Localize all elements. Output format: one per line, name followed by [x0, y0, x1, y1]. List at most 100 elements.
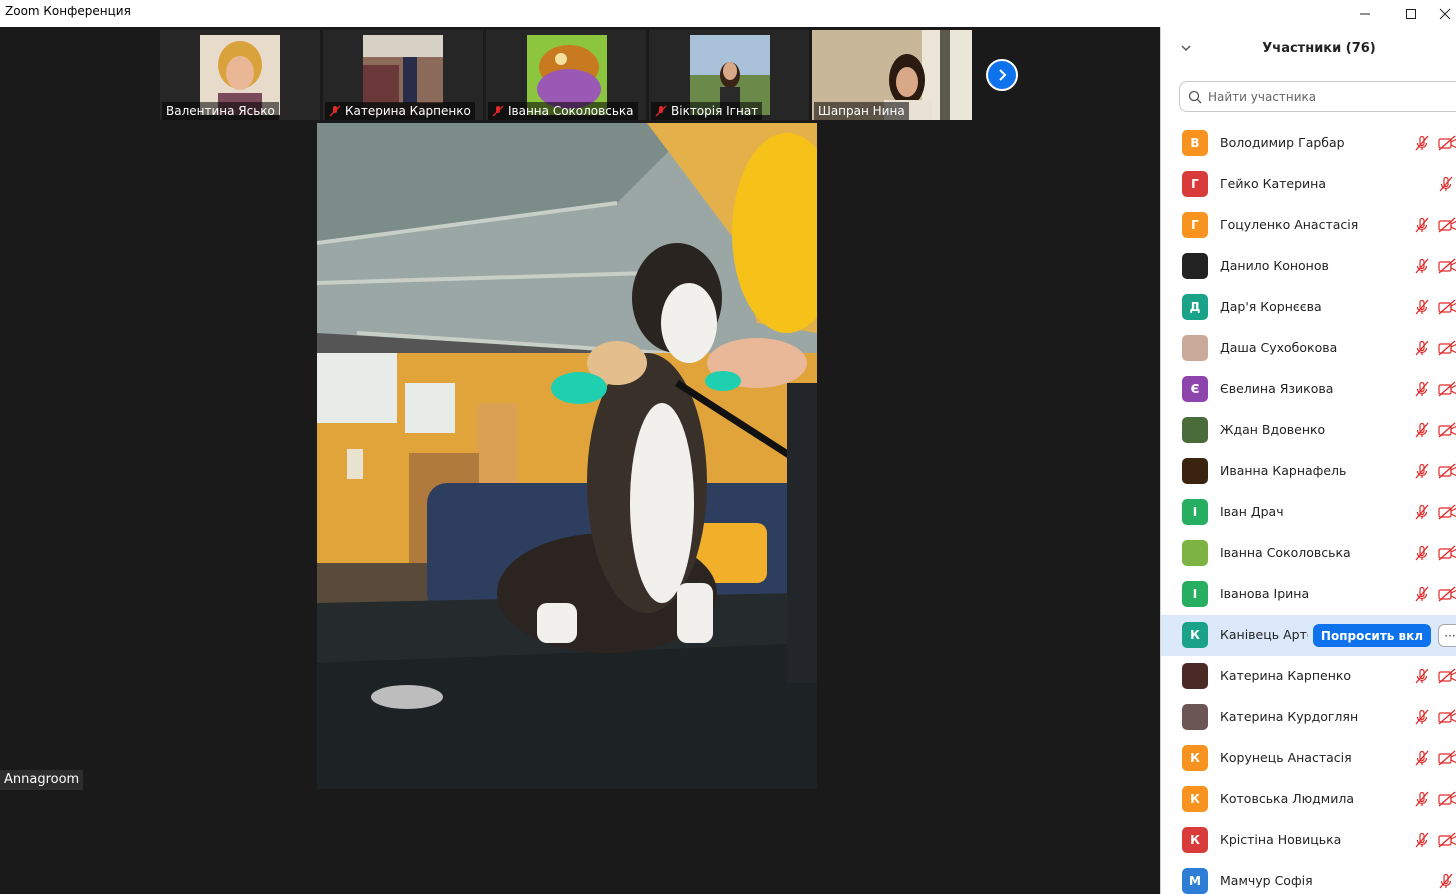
mic-muted-icon[interactable]: [1414, 750, 1430, 766]
camera-off-icon[interactable]: [1438, 832, 1456, 848]
mic-muted-icon: [655, 105, 667, 117]
ask-to-unmute-button[interactable]: Попросить вкл: [1313, 624, 1431, 647]
participant-row[interactable]: Катерина Курдоглян: [1161, 697, 1456, 738]
participant-row[interactable]: К Крістіна Новицька: [1161, 820, 1456, 861]
avatar: В: [1182, 130, 1208, 156]
video-thumbnail[interactable]: Катерина Карпенко: [323, 30, 483, 120]
mic-muted-icon: [329, 105, 341, 117]
camera-off-icon[interactable]: [1438, 258, 1456, 274]
mic-muted-icon[interactable]: [1414, 299, 1430, 315]
mic-muted-icon[interactable]: [1414, 381, 1430, 397]
participant-row[interactable]: В Володимир Гарбар: [1161, 123, 1456, 164]
mic-muted-icon[interactable]: [1414, 832, 1430, 848]
mic-muted-icon[interactable]: [1438, 176, 1454, 192]
mic-muted-icon[interactable]: [1414, 340, 1430, 356]
participant-row[interactable]: Катерина Карпенко: [1161, 656, 1456, 697]
speaker-video: [317, 123, 817, 789]
minimize-button[interactable]: [1342, 0, 1388, 27]
participant-row[interactable]: Данило Кононов: [1161, 246, 1456, 287]
participant-row[interactable]: Ждан Вдовенко: [1161, 410, 1456, 451]
camera-off-icon[interactable]: [1438, 299, 1456, 315]
mic-muted-icon[interactable]: [1414, 217, 1430, 233]
participant-row[interactable]: Іванна Соколовська: [1161, 533, 1456, 574]
avatar: [1182, 417, 1208, 443]
video-thumbnail[interactable]: Валентина Ясько: [160, 30, 320, 120]
camera-off-icon[interactable]: [1438, 381, 1456, 397]
title-bar: Zoom Конференция: [0, 0, 1456, 27]
video-thumbnail[interactable]: Іванна Соколовська: [486, 30, 646, 120]
participant-name: Крістіна Новицька: [1220, 832, 1342, 847]
participant-row[interactable]: К Канівець Артем Попросить вкл ···: [1161, 615, 1456, 656]
avatar: К: [1182, 745, 1208, 771]
thumbnail-name: Вікторія Ігнат: [671, 104, 759, 118]
mic-muted-icon[interactable]: [1414, 504, 1430, 520]
participant-search[interactable]: [1179, 81, 1456, 112]
avatar: [1182, 458, 1208, 484]
participant-row[interactable]: К Котовська Людмила: [1161, 779, 1456, 820]
avatar: М: [1182, 868, 1208, 894]
avatar: Г: [1182, 212, 1208, 238]
video-thumbnail[interactable]: Вікторія Ігнат: [649, 30, 809, 120]
camera-off-icon[interactable]: [1438, 340, 1456, 356]
camera-off-icon[interactable]: [1438, 791, 1456, 807]
thumbnail-name: Валентина Ясько: [166, 104, 275, 118]
participant-row[interactable]: Є Євелина Язикова: [1161, 369, 1456, 410]
next-page-button[interactable]: [986, 59, 1018, 91]
avatar: [1182, 704, 1208, 730]
minimize-icon: [1360, 13, 1370, 14]
avatar: Є: [1182, 376, 1208, 402]
camera-off-icon[interactable]: [1438, 668, 1456, 684]
mic-muted-icon[interactable]: [1414, 422, 1430, 438]
camera-off-icon[interactable]: [1438, 545, 1456, 561]
camera-off-icon[interactable]: [1438, 135, 1456, 151]
participant-row[interactable]: Г Гоцуленко Анастасія: [1161, 205, 1456, 246]
participant-row[interactable]: І Іванова Ірина: [1161, 574, 1456, 615]
mic-muted-icon[interactable]: [1414, 586, 1430, 602]
participant-row[interactable]: Г Гейко Катерина: [1161, 164, 1456, 205]
close-button[interactable]: [1434, 0, 1456, 27]
camera-off-icon[interactable]: [1438, 463, 1456, 479]
participant-row[interactable]: І Іван Драч: [1161, 492, 1456, 533]
mic-muted-icon[interactable]: [1414, 709, 1430, 725]
camera-off-icon[interactable]: [1438, 709, 1456, 725]
thumbnail-name: Іванна Соколовська: [508, 104, 634, 118]
thumbnail-name: Катерина Карпенко: [345, 104, 471, 118]
mic-muted-icon[interactable]: [1414, 668, 1430, 684]
participant-row[interactable]: М Мамчур Софія: [1161, 861, 1456, 894]
mic-muted-icon[interactable]: [1414, 791, 1430, 807]
avatar: [1182, 663, 1208, 689]
camera-off-icon[interactable]: [1438, 750, 1456, 766]
maximize-icon: [1406, 8, 1416, 19]
maximize-button[interactable]: [1388, 0, 1434, 27]
participant-name: Канівець Артем: [1220, 627, 1308, 642]
participant-name: Даша Сухобокова: [1220, 340, 1338, 355]
participant-row[interactable]: Даша Сухобокова: [1161, 328, 1456, 369]
panel-title: Участники (76): [1262, 41, 1376, 56]
avatar: І: [1182, 581, 1208, 607]
participant-row[interactable]: Д Дар'я Корнєєва: [1161, 287, 1456, 328]
participant-name: Катерина Курдоглян: [1220, 709, 1359, 724]
participant-row[interactable]: Иванна Карнафель: [1161, 451, 1456, 492]
search-input[interactable]: [1208, 89, 1448, 104]
participant-row[interactable]: К Корунець Анастасія: [1161, 738, 1456, 779]
participant-name: Данило Кононов: [1220, 258, 1329, 273]
mic-muted-icon[interactable]: [1414, 258, 1430, 274]
camera-off-icon[interactable]: [1438, 504, 1456, 520]
mic-muted-icon[interactable]: [1414, 545, 1430, 561]
camera-off-icon[interactable]: [1438, 217, 1456, 233]
participant-name: Іван Драч: [1220, 504, 1284, 519]
more-options-button[interactable]: ···: [1438, 624, 1456, 647]
avatar: [1182, 335, 1208, 361]
video-thumbnail[interactable]: Шапран Нина: [812, 30, 972, 120]
mic-muted-icon[interactable]: [1414, 135, 1430, 151]
participant-name: Іванова Ірина: [1220, 586, 1310, 601]
participant-name: Євелина Язикова: [1220, 381, 1334, 396]
mic-muted-icon[interactable]: [1414, 463, 1430, 479]
avatar: К: [1182, 622, 1208, 648]
mic-muted-icon[interactable]: [1438, 873, 1454, 889]
camera-off-icon[interactable]: [1438, 586, 1456, 602]
thumbnail-label: Катерина Карпенко: [325, 102, 475, 120]
avatar: Г: [1182, 171, 1208, 197]
participant-name: Дар'я Корнєєва: [1220, 299, 1322, 314]
camera-off-icon[interactable]: [1438, 422, 1456, 438]
